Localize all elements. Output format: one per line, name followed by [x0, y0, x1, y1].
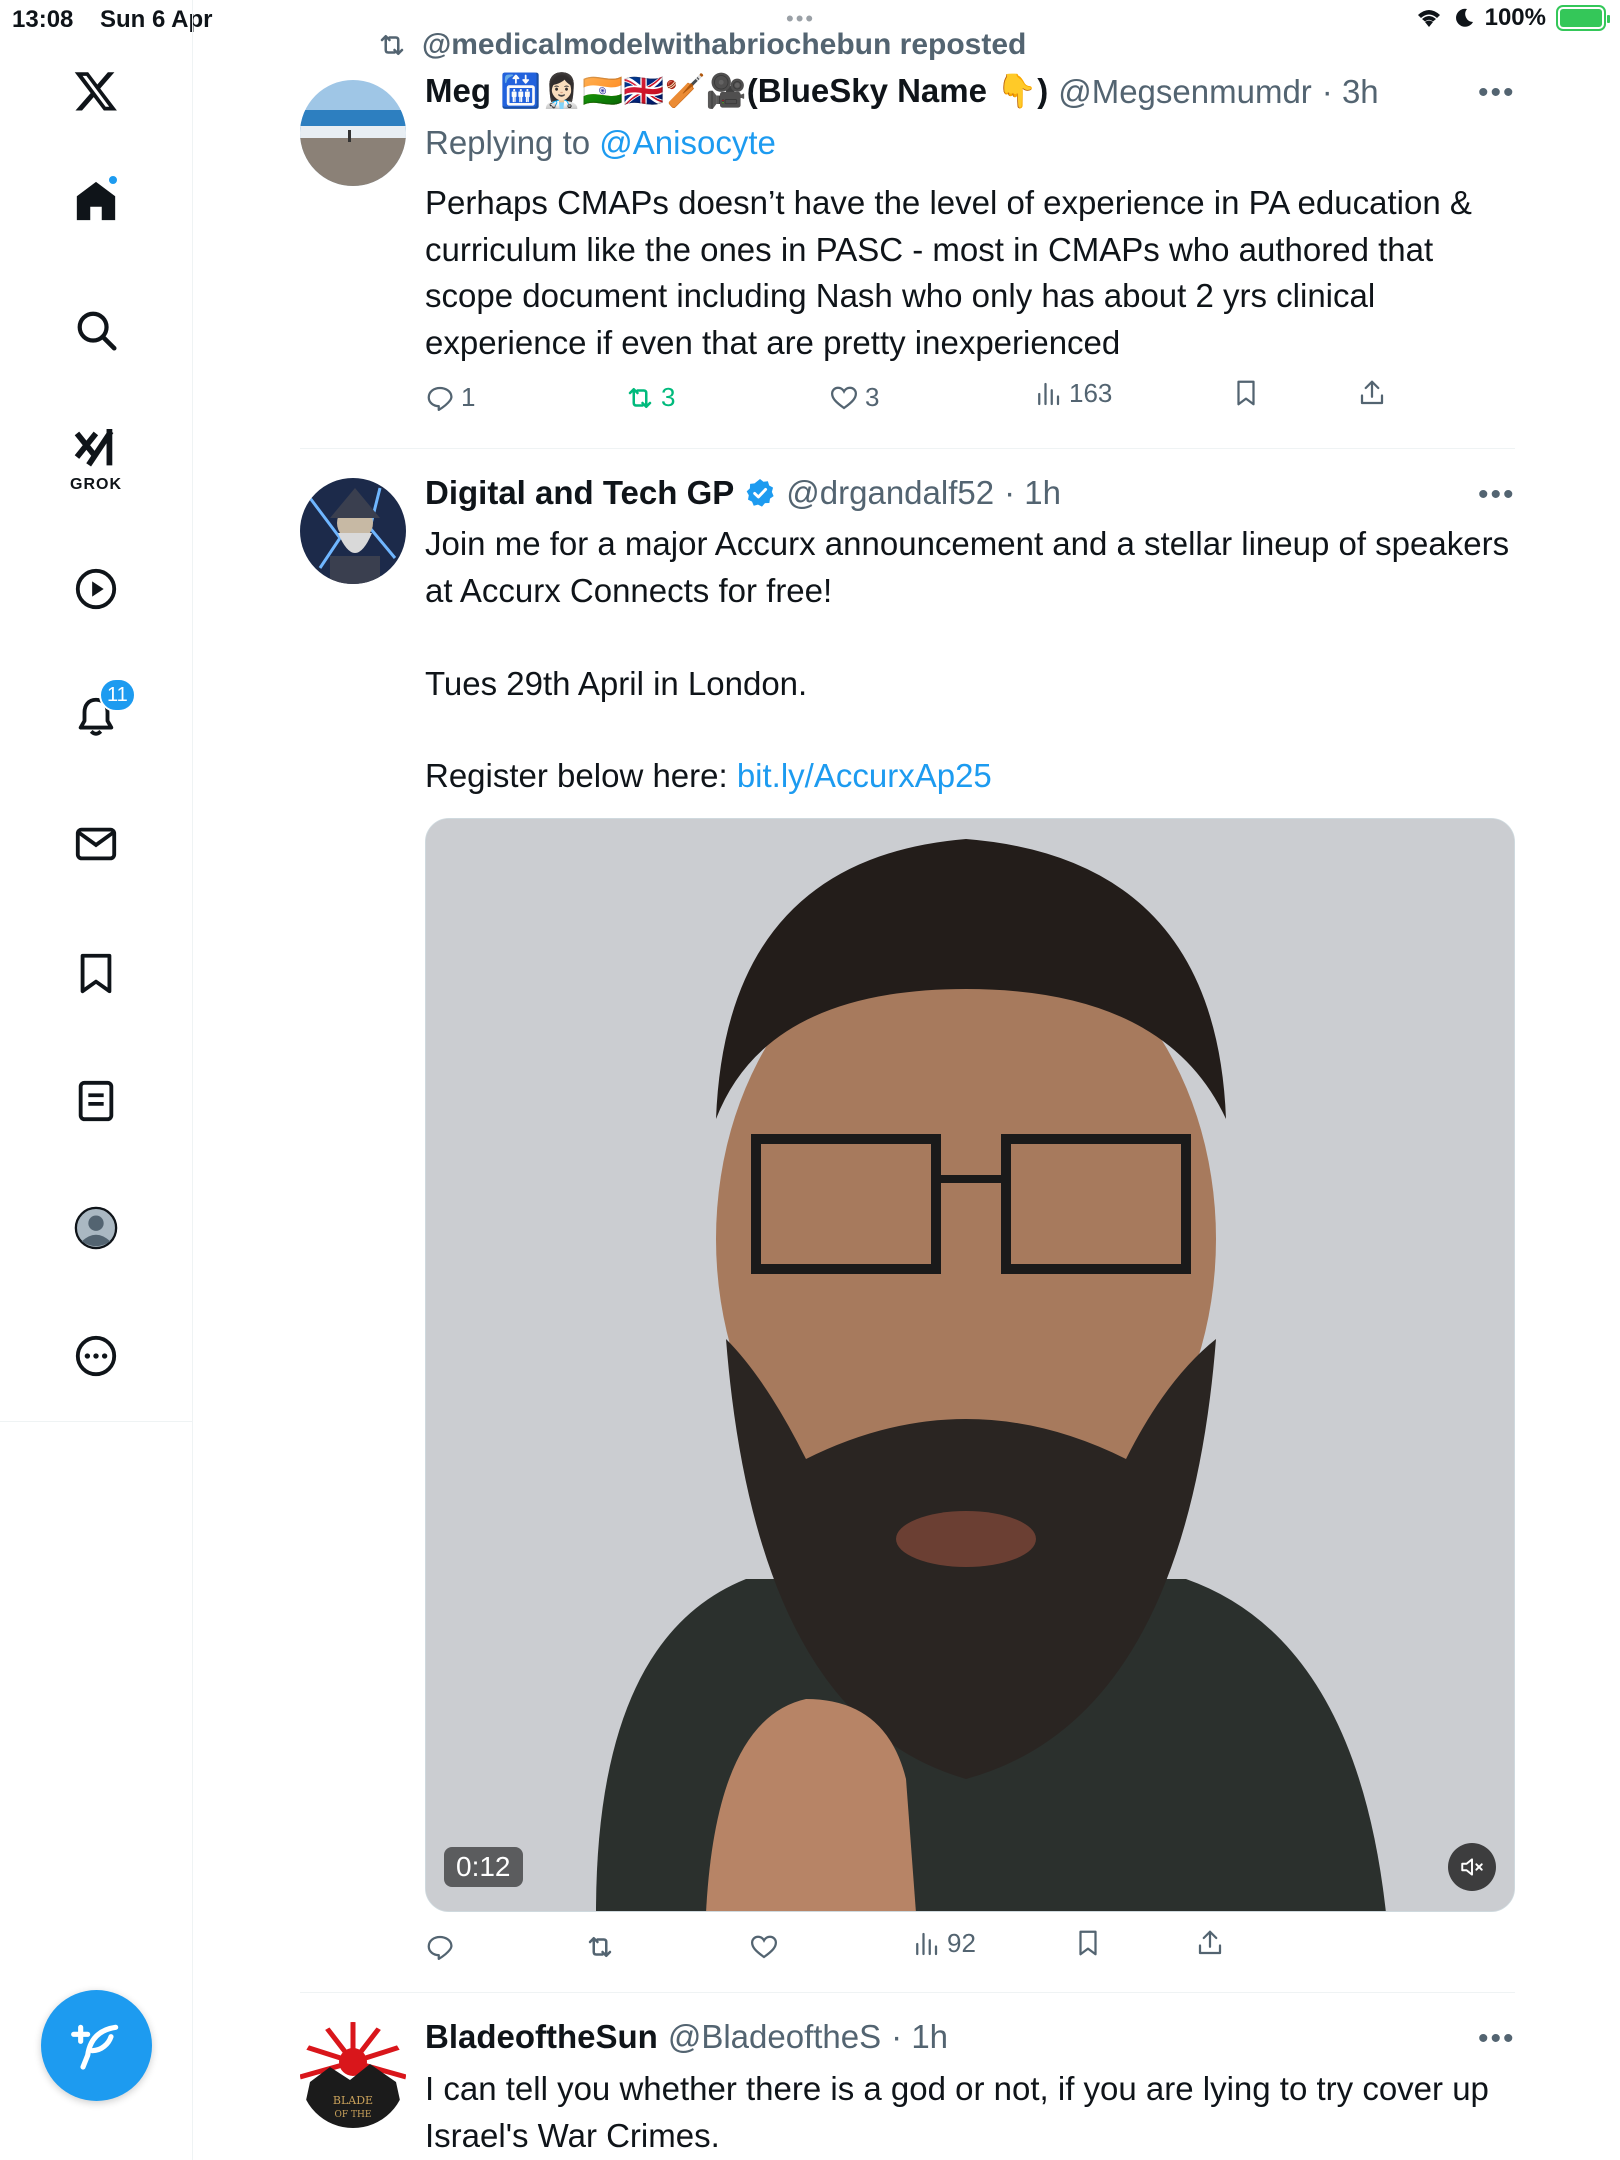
- tweet-text-line3: Register below here: bit.ly/AccurxAp25: [425, 753, 1515, 800]
- sidebar-border: [192, 1422, 193, 2160]
- replying-to-line: Replying to @Anisocyte: [425, 124, 776, 162]
- heart-icon: [830, 386, 858, 409]
- lists-icon[interactable]: [65, 1070, 127, 1132]
- tweet-actions: 92: [425, 1928, 1515, 1972]
- author-name[interactable]: Meg 🛗👩🏻‍⚕️🇮🇳🇬🇧🏏🎥(BlueSky Name 👇): [425, 72, 1048, 111]
- bookmark-button[interactable]: [1231, 378, 1261, 408]
- video-frame: [426, 819, 1514, 1911]
- reply-button[interactable]: [425, 1932, 455, 1962]
- profile-avatar-icon[interactable]: [65, 1197, 127, 1259]
- author-name[interactable]: Digital and Tech GP: [425, 474, 734, 512]
- bookmarks-icon[interactable]: [65, 942, 127, 1004]
- like-button[interactable]: 3: [829, 382, 879, 413]
- tweet-text-line2: Tues 29th April in London.: [425, 665, 808, 702]
- author-handle[interactable]: @Megsenmumdr: [1058, 73, 1312, 111]
- tweet-header: Meg 🛗👩🏻‍⚕️🇮🇳🇬🇧🏏🎥(BlueSky Name 👇) @Megsen…: [425, 72, 1379, 111]
- reply-count: 1: [461, 382, 476, 412]
- video-player[interactable]: 0:12: [425, 818, 1515, 1912]
- reply-icon: [427, 386, 453, 411]
- author-name[interactable]: BladeoftheSun: [425, 2018, 658, 2056]
- x-logo-icon[interactable]: [65, 60, 127, 122]
- views-chart-icon: [916, 1932, 938, 1955]
- tweet-text-line1: Join me for a major Accurx announcement …: [425, 525, 1510, 609]
- tweet-header: BladeoftheSun @BladeoftheS · 1h: [425, 2018, 948, 2056]
- tweet-more-icon[interactable]: •••: [1478, 2022, 1516, 2056]
- share-icon: [1198, 1930, 1222, 1955]
- share-button[interactable]: [1357, 378, 1387, 408]
- register-link[interactable]: bit.ly/AccurxAp25: [737, 757, 992, 794]
- replying-to-handle[interactable]: @Anisocyte: [599, 124, 776, 161]
- speaker-muted-icon: [1461, 1858, 1483, 1876]
- notifications-bell-icon[interactable]: 11: [65, 678, 136, 748]
- grok-icon[interactable]: [65, 420, 127, 482]
- tweet-time: · 3h: [1321, 72, 1379, 110]
- tweet-more-icon[interactable]: •••: [1478, 76, 1516, 110]
- tweet-more-icon[interactable]: •••: [1478, 478, 1516, 512]
- views-count: 163: [1069, 378, 1113, 408]
- moon-icon: [1455, 8, 1473, 27]
- notifications-count-badge: 11: [99, 678, 136, 712]
- compose-post-button[interactable]: [41, 1990, 152, 2101]
- tweet-divider: [300, 448, 1515, 449]
- like-button[interactable]: [749, 1932, 779, 1962]
- views-button[interactable]: 163: [1033, 378, 1112, 409]
- replying-to-prefix: Replying to: [425, 124, 600, 161]
- tweet-time: · 1h: [891, 2018, 949, 2055]
- mute-button[interactable]: [1448, 1843, 1496, 1891]
- tweet-avatar[interactable]: BLADE OF THE: [300, 2022, 406, 2128]
- bookmark-icon: [1079, 1930, 1097, 1956]
- repost-by-text: @medicalmodelwithabriochebun reposted: [422, 28, 1027, 61]
- author-handle[interactable]: @BladeoftheS: [668, 2018, 881, 2056]
- bookmark-button[interactable]: [1073, 1928, 1103, 1958]
- reply-button[interactable]: 1: [425, 382, 475, 413]
- video-play-icon[interactable]: [65, 558, 127, 620]
- heart-icon: [750, 1935, 778, 1959]
- tweet-text: I can tell you whether there is a god or…: [425, 2070, 1489, 2154]
- tweet-avatar[interactable]: [300, 478, 406, 584]
- compose-feather-icon: [70, 2024, 118, 2070]
- repost-button[interactable]: 3: [625, 382, 675, 413]
- battery-icon: [1556, 5, 1610, 31]
- tweet-header: Digital and Tech GP @drgandalf52 · 1h: [425, 474, 1061, 512]
- tweet-actions: 1 3 3 163: [425, 378, 1515, 422]
- more-options-icon[interactable]: [65, 1325, 127, 1387]
- repost-indicator[interactable]: @medicalmodelwithabriochebun reposted: [376, 28, 1026, 62]
- author-handle[interactable]: @drgandalf52: [786, 474, 994, 512]
- repost-icon: [628, 387, 652, 408]
- reply-icon: [427, 1935, 453, 1960]
- repost-icon: [588, 1937, 612, 1957]
- avatar-logo-text: BLADE: [333, 2094, 373, 2107]
- tweet-avatar[interactable]: [300, 80, 406, 186]
- like-count: 3: [865, 382, 880, 412]
- tweet-time: · 1h: [1004, 474, 1061, 511]
- repost-button[interactable]: [585, 1932, 615, 1962]
- share-button[interactable]: [1195, 1928, 1225, 1958]
- register-text: Register below here:: [425, 757, 737, 794]
- repost-icon: [380, 35, 404, 55]
- status-indicators: 100%: [1415, 4, 1610, 32]
- messages-envelope-icon[interactable]: [65, 813, 127, 875]
- tweet-divider: [300, 1992, 1515, 1993]
- battery-percent: 100%: [1484, 4, 1546, 31]
- video-duration: 0:12: [444, 1847, 523, 1887]
- svg-text:OF THE: OF THE: [335, 2110, 372, 2120]
- verified-badge-icon: [746, 479, 774, 507]
- bookmark-icon: [1237, 380, 1255, 406]
- wifi-icon: [1417, 10, 1440, 27]
- home-unread-dot: [107, 174, 119, 186]
- views-chart-icon: [1038, 382, 1060, 405]
- home-icon[interactable]: [65, 170, 127, 232]
- views-count: 92: [947, 1928, 976, 1958]
- share-icon: [1360, 380, 1384, 405]
- search-icon[interactable]: [65, 299, 127, 361]
- repost-count: 3: [661, 382, 676, 412]
- views-button[interactable]: 92: [911, 1928, 976, 1959]
- grok-label: GROK: [70, 476, 122, 493]
- tweet-text: Perhaps CMAPs doesn’t have the level of …: [425, 184, 1472, 361]
- sidebar: GROK 11: [0, 0, 193, 1422]
